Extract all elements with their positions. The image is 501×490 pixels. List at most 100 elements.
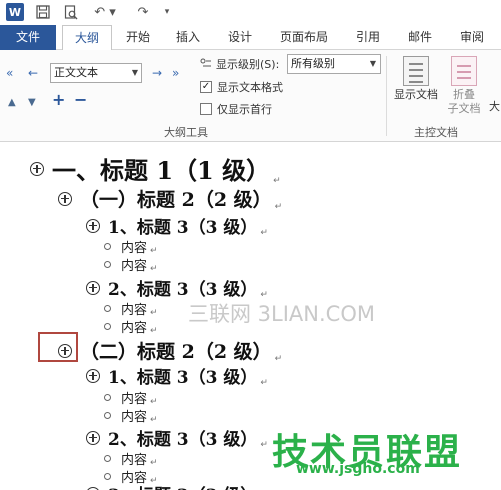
show-level-label: 显示级别(S):: [200, 56, 279, 72]
undo-button[interactable]: ↶ ▾: [92, 3, 118, 21]
outline-tools-group-label: 大纲工具: [164, 126, 208, 139]
outline-heading2[interactable]: （二）标题 2（2 级） ↵: [58, 337, 282, 364]
expand-heading-icon[interactable]: [86, 486, 100, 490]
outline-text: 3、标题 3（3 级）: [108, 481, 257, 490]
tab-outline[interactable]: 大纲: [62, 25, 112, 51]
outline-heading3[interactable]: 3、标题 3（3 级）: [86, 481, 257, 490]
show-text-formatting-label: 显示文本格式: [217, 81, 283, 94]
body-text-bullet-icon: [104, 473, 111, 480]
paragraph-mark: ↵: [274, 354, 283, 364]
promote-button[interactable]: ←: [28, 66, 38, 80]
ribbon-outline-panel: « ← 正文文本 ▼ → » ▲ ▼ + − 显示级别(S): 所有级别 ▼ ✓…: [0, 50, 501, 142]
save-icon: [36, 5, 50, 19]
move-down-button[interactable]: ▼: [28, 96, 36, 110]
outline-heading3[interactable]: 1、标题 3（3 级） ↵: [86, 213, 268, 238]
tab-home[interactable]: 开始: [116, 25, 160, 50]
body-text-bullet-icon: [104, 323, 111, 330]
move-up-button[interactable]: ▲: [8, 96, 16, 110]
master-document-group-label: 主控文档: [414, 126, 458, 139]
outline-text: 内容: [121, 241, 148, 256]
expand-button[interactable]: +: [52, 92, 65, 108]
collapse-subdocuments-button[interactable]: 折叠 子文档: [444, 56, 484, 116]
promote-to-heading1-button[interactable]: «: [6, 66, 13, 80]
subdocument-icon: [451, 56, 477, 86]
show-first-line-only-checkbox[interactable]: [200, 103, 212, 115]
paragraph-mark: ↵: [150, 264, 158, 274]
demote-to-body-button[interactable]: »: [172, 66, 179, 80]
tab-references[interactable]: 引用: [346, 25, 390, 50]
body-text-bullet-icon: [104, 412, 111, 419]
tab-file[interactable]: 文件: [0, 25, 56, 50]
tab-insert[interactable]: 插入: [166, 25, 210, 50]
collapse-subdocuments-label-2: 子文档: [447, 102, 481, 115]
expand-heading-icon[interactable]: [30, 161, 44, 176]
outline-text: 内容: [121, 259, 148, 274]
demote-button[interactable]: →: [152, 66, 162, 80]
outline-text: 一、标题 1（1 级）: [52, 156, 271, 185]
outline-body-text[interactable]: 内容 ↵: [104, 237, 158, 256]
expand-heading-icon[interactable]: [86, 218, 100, 233]
outline-heading2[interactable]: （一）标题 2（2 级） ↵: [58, 185, 282, 212]
save-button[interactable]: [34, 3, 52, 21]
outline-level-select[interactable]: 正文文本 ▼: [50, 63, 142, 83]
outline-body-text[interactable]: 内容 ↵: [104, 317, 158, 336]
show-level-select[interactable]: 所有级别 ▼: [287, 54, 381, 74]
collapse-subdocuments-label-1: 折叠: [453, 88, 475, 101]
watermark-url: www.jsgho.com: [296, 461, 420, 477]
outline-body-text[interactable]: 内容 ↵: [104, 299, 158, 318]
tab-mailings[interactable]: 邮件: [398, 25, 442, 50]
quick-access-toolbar: W ↶ ▾ ↷ ▾: [0, 0, 501, 24]
expand-heading-icon[interactable]: [58, 191, 72, 206]
outline-heading1[interactable]: 一、标题 1（1 级） ↵: [30, 151, 281, 186]
outline-text: 内容: [121, 303, 148, 318]
outline-text: 1、标题 3（3 级）: [108, 368, 258, 388]
outline-text: 内容: [121, 321, 148, 336]
outline-heading3[interactable]: 2、标题 3（3 级） ↵: [86, 425, 268, 450]
show-first-line-only-option[interactable]: 仅显示首行: [200, 101, 272, 117]
outline-text: （二）标题 2（2 级）: [80, 341, 272, 363]
paragraph-mark: ↵: [274, 202, 283, 212]
body-text-bullet-icon: [104, 243, 111, 250]
show-level-text: 显示级别(S):: [216, 58, 280, 71]
outline-heading3[interactable]: 2、标题 3（3 级） ↵: [86, 275, 268, 300]
expand-heading-icon[interactable]: [58, 343, 72, 358]
show-text-formatting-checkbox[interactable]: ✓: [200, 81, 212, 93]
expand-heading-icon[interactable]: [86, 430, 100, 445]
show-text-formatting-option[interactable]: ✓ 显示文本格式: [200, 79, 283, 95]
outline-body-text[interactable]: 内容 ↵: [104, 449, 158, 468]
show-level-icon: [200, 58, 211, 67]
chevron-down-icon: ▼: [131, 68, 138, 77]
tab-page-layout[interactable]: 页面布局: [272, 25, 336, 50]
body-text-bullet-icon: [104, 455, 111, 462]
tab-review[interactable]: 审阅: [450, 25, 494, 50]
outline-text: 内容: [121, 392, 148, 407]
collapse-button[interactable]: −: [74, 92, 87, 108]
outline-text: 2、标题 3（3 级）: [108, 430, 258, 450]
show-document-button[interactable]: 显示文档: [390, 56, 442, 102]
tab-design[interactable]: 设计: [218, 25, 262, 50]
print-preview-button[interactable]: [62, 3, 80, 21]
redo-button[interactable]: ↷: [130, 3, 156, 21]
outline-body-text[interactable]: 内容 ↵: [104, 255, 158, 274]
outline-text: 内容: [121, 453, 148, 468]
outline-text: 1、标题 3（3 级）: [108, 218, 258, 238]
outline-heading3[interactable]: 1、标题 3（3 级） ↵: [86, 363, 268, 388]
outline-level-value: 正文文本: [54, 66, 98, 79]
paragraph-mark: ↵: [260, 440, 268, 450]
outline-body-text[interactable]: 内容 ↵: [104, 406, 158, 425]
outline-body-text[interactable]: 内容 ↵: [104, 388, 158, 407]
paragraph-mark: ↵: [150, 415, 158, 425]
show-document-label: 显示文档: [394, 88, 438, 101]
expand-heading-icon[interactable]: [86, 280, 100, 295]
paragraph-mark: ↵: [260, 378, 268, 388]
paragraph-mark: ↵: [260, 228, 268, 238]
master-more-button[interactable]: 大: [488, 100, 501, 114]
paragraph-mark: ↵: [150, 326, 158, 336]
outline-text: 内容: [121, 410, 148, 425]
expand-heading-icon[interactable]: [86, 368, 100, 383]
document-outline-area[interactable]: 一、标题 1（1 级） ↵ （一）标题 2（2 级） ↵ 1、标题 3（3 级）…: [0, 143, 501, 490]
group-divider: [386, 56, 387, 136]
outline-text: （一）标题 2（2 级）: [80, 189, 272, 211]
word-app-icon: W: [6, 3, 24, 21]
customize-toolbar-button[interactable]: ▾: [162, 3, 172, 21]
